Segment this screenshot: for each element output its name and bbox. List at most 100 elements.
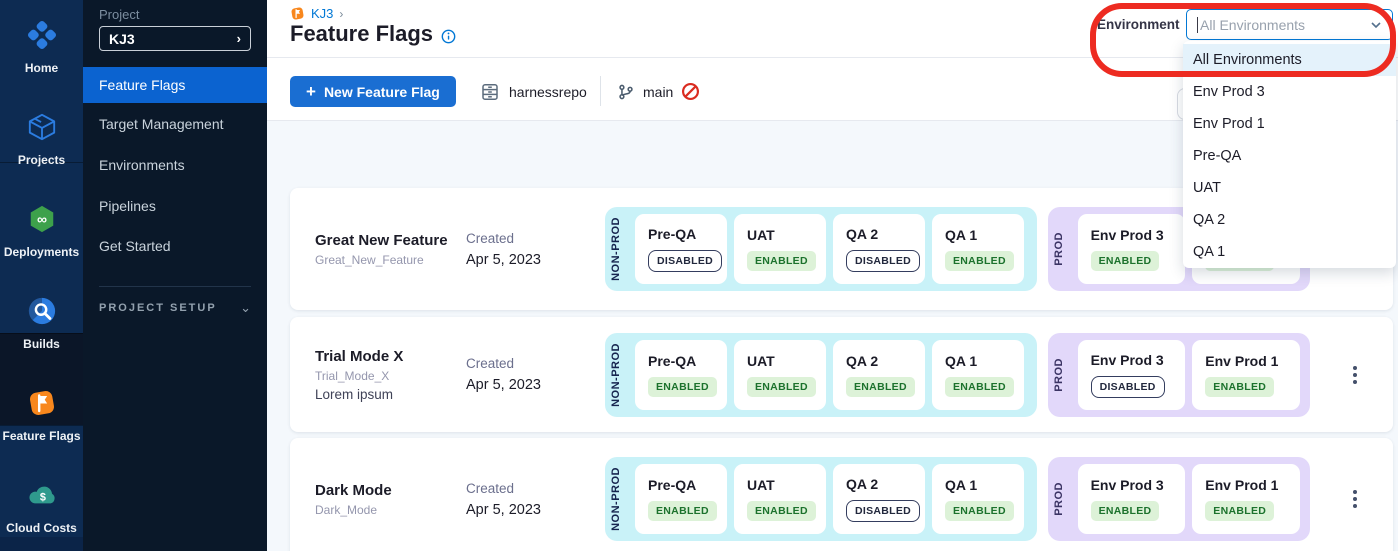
status-badge: DISABLED <box>846 500 920 522</box>
env-option-uat[interactable]: UAT <box>1183 172 1396 204</box>
plus-icon: + <box>306 82 316 102</box>
git-branch-icon <box>617 83 635 101</box>
env-card-uat: UAT ENABLED <box>734 214 826 284</box>
created-label: Created <box>466 231 541 246</box>
status-badge: ENABLED <box>1205 501 1274 521</box>
created-label: Created <box>466 356 541 371</box>
status-badge: DISABLED <box>648 250 722 272</box>
env-option-pre-qa[interactable]: Pre-QA <box>1183 140 1396 172</box>
env-card-pre-qa: Pre-QA DISABLED <box>635 214 727 284</box>
env-card-env-prod-1: Env Prod 1 ENABLED <box>1192 464 1300 534</box>
module-home-label: Home <box>25 62 58 75</box>
environment-select-value: All Environments <box>1200 17 1370 33</box>
env-card-env-prod-3: Env Prod 3 ENABLED <box>1078 214 1186 284</box>
row-menu-kebab-icon[interactable] <box>1349 362 1361 388</box>
chevron-down-icon <box>1370 19 1382 31</box>
module-cloud-costs[interactable]: $ Cloud Costs <box>0 464 83 551</box>
env-card-env-prod-1: Env Prod 1 ENABLED <box>1192 340 1300 410</box>
status-badge: ENABLED <box>1091 251 1160 271</box>
env-card-qa-1: QA 1 ENABLED <box>932 464 1024 534</box>
flag-info: Dark Mode Dark_Mode <box>315 438 460 551</box>
status-badge: ENABLED <box>747 501 816 521</box>
status-badge: ENABLED <box>945 501 1014 521</box>
cube-icon <box>27 112 57 147</box>
flag-identifier: Trial_Mode_X <box>315 369 460 383</box>
cloud-costs-icon: $ <box>27 480 57 515</box>
env-card-uat: UAT ENABLED <box>734 340 826 410</box>
builds-icon <box>27 296 57 331</box>
created-column: Created Apr 5, 2023 <box>466 188 541 310</box>
flag-description: Lorem ipsum <box>315 387 460 402</box>
env-card-qa-1: QA 1 ENABLED <box>932 214 1024 284</box>
chevron-right-icon: › <box>237 31 241 46</box>
sidebar-item-feature-flags[interactable]: Feature Flags <box>83 67 267 103</box>
prod-group-label: PROD <box>1053 232 1071 266</box>
env-card-pre-qa: Pre-QA ENABLED <box>635 340 727 410</box>
feature-flags-icon <box>27 388 57 423</box>
flag-identifier: Dark_Mode <box>315 503 460 517</box>
module-deployments-label: Deployments <box>4 246 79 259</box>
info-icon[interactable] <box>441 29 456 44</box>
flag-row-trial-mode-x[interactable]: Trial Mode X Trial_Mode_X Lorem ipsum Cr… <box>290 317 1393 432</box>
project-setup-label: PROJECT SETUP <box>99 302 217 314</box>
module-builds-label: Builds <box>23 338 60 351</box>
prohibited-icon <box>681 82 700 101</box>
env-card-qa-2: QA 2 DISABLED <box>833 214 925 284</box>
env-option-all-environments[interactable]: All Environments <box>1183 44 1396 76</box>
module-feature-flags[interactable]: Feature Flags <box>0 372 83 460</box>
env-option-qa-1[interactable]: QA 1 <box>1183 236 1396 268</box>
nonprod-group-label: NON-PROD <box>610 467 628 531</box>
flag-info: Trial Mode X Trial_Mode_X Lorem ipsum <box>315 317 460 432</box>
created-label: Created <box>466 481 541 496</box>
env-option-qa-2[interactable]: QA 2 <box>1183 204 1396 236</box>
environment-select[interactable]: All Environments <box>1186 9 1393 40</box>
module-home[interactable]: Home <box>0 4 83 92</box>
repo-selector[interactable]: harnessrepo <box>480 76 587 107</box>
status-badge: ENABLED <box>846 377 915 397</box>
row-menu-kebab-icon[interactable] <box>1349 486 1361 512</box>
new-feature-flag-button[interactable]: + New Feature Flag <box>290 76 456 107</box>
status-badge: DISABLED <box>1091 376 1165 398</box>
created-date: Apr 5, 2023 <box>466 252 541 268</box>
branch-selector[interactable]: main <box>617 76 700 107</box>
project-setup-section[interactable]: PROJECT SETUP ⌄ <box>99 300 251 316</box>
flag-name[interactable]: Great New Feature <box>315 232 460 249</box>
flag-name[interactable]: Dark Mode <box>315 482 460 499</box>
status-badge: ENABLED <box>747 377 816 397</box>
module-builds[interactable]: Builds <box>0 280 83 368</box>
module-feature-flags-label: Feature Flags <box>2 430 80 443</box>
status-badge: ENABLED <box>1091 501 1160 521</box>
env-card-qa-1: QA 1 ENABLED <box>932 340 1024 410</box>
status-badge: ENABLED <box>747 251 816 271</box>
module-projects[interactable]: Projects <box>0 96 83 184</box>
flag-row-dark-mode[interactable]: Dark Mode Dark_Mode Created Apr 5, 2023 … <box>290 438 1393 551</box>
deployments-icon: ∞ <box>27 204 57 239</box>
env-option-env-prod-1[interactable]: Env Prod 1 <box>1183 108 1396 140</box>
text-cursor <box>1197 17 1198 33</box>
env-card-uat: UAT ENABLED <box>734 464 826 534</box>
repository-icon <box>480 82 500 102</box>
sidebar-item-target-management[interactable]: Target Management <box>83 106 267 142</box>
sidebar-item-pipelines[interactable]: Pipelines <box>83 188 267 224</box>
status-badge: ENABLED <box>945 251 1014 271</box>
nonprod-env-group: NON-PROD Pre-QA ENABLED UAT ENABLED QA 2… <box>605 457 1037 541</box>
svg-text:$: $ <box>39 492 45 504</box>
sidebar-item-get-started[interactable]: Get Started <box>83 228 267 264</box>
sidebar-item-environments[interactable]: Environments <box>83 147 267 183</box>
status-badge: ENABLED <box>1205 377 1274 397</box>
module-projects-label: Projects <box>18 154 65 167</box>
status-badge: ENABLED <box>648 377 717 397</box>
flag-name[interactable]: Trial Mode X <box>315 348 460 365</box>
module-deployments[interactable]: ∞ Deployments <box>0 188 83 276</box>
project-label: Project <box>99 7 139 22</box>
env-card-env-prod-3: Env Prod 3 DISABLED <box>1078 340 1186 410</box>
branch-name: main <box>643 84 673 100</box>
breadcrumb-separator: › <box>339 7 343 21</box>
flag-breadcrumb-icon <box>290 6 305 21</box>
env-card-env-prod-3: Env Prod 3 ENABLED <box>1078 464 1186 534</box>
env-option-env-prod-3[interactable]: Env Prod 3 <box>1183 76 1396 108</box>
prod-group-label: PROD <box>1053 482 1071 516</box>
breadcrumb-project-link[interactable]: KJ3 <box>311 6 333 21</box>
project-selector[interactable]: KJ3 › <box>99 26 251 51</box>
created-column: Created Apr 5, 2023 <box>466 317 541 432</box>
